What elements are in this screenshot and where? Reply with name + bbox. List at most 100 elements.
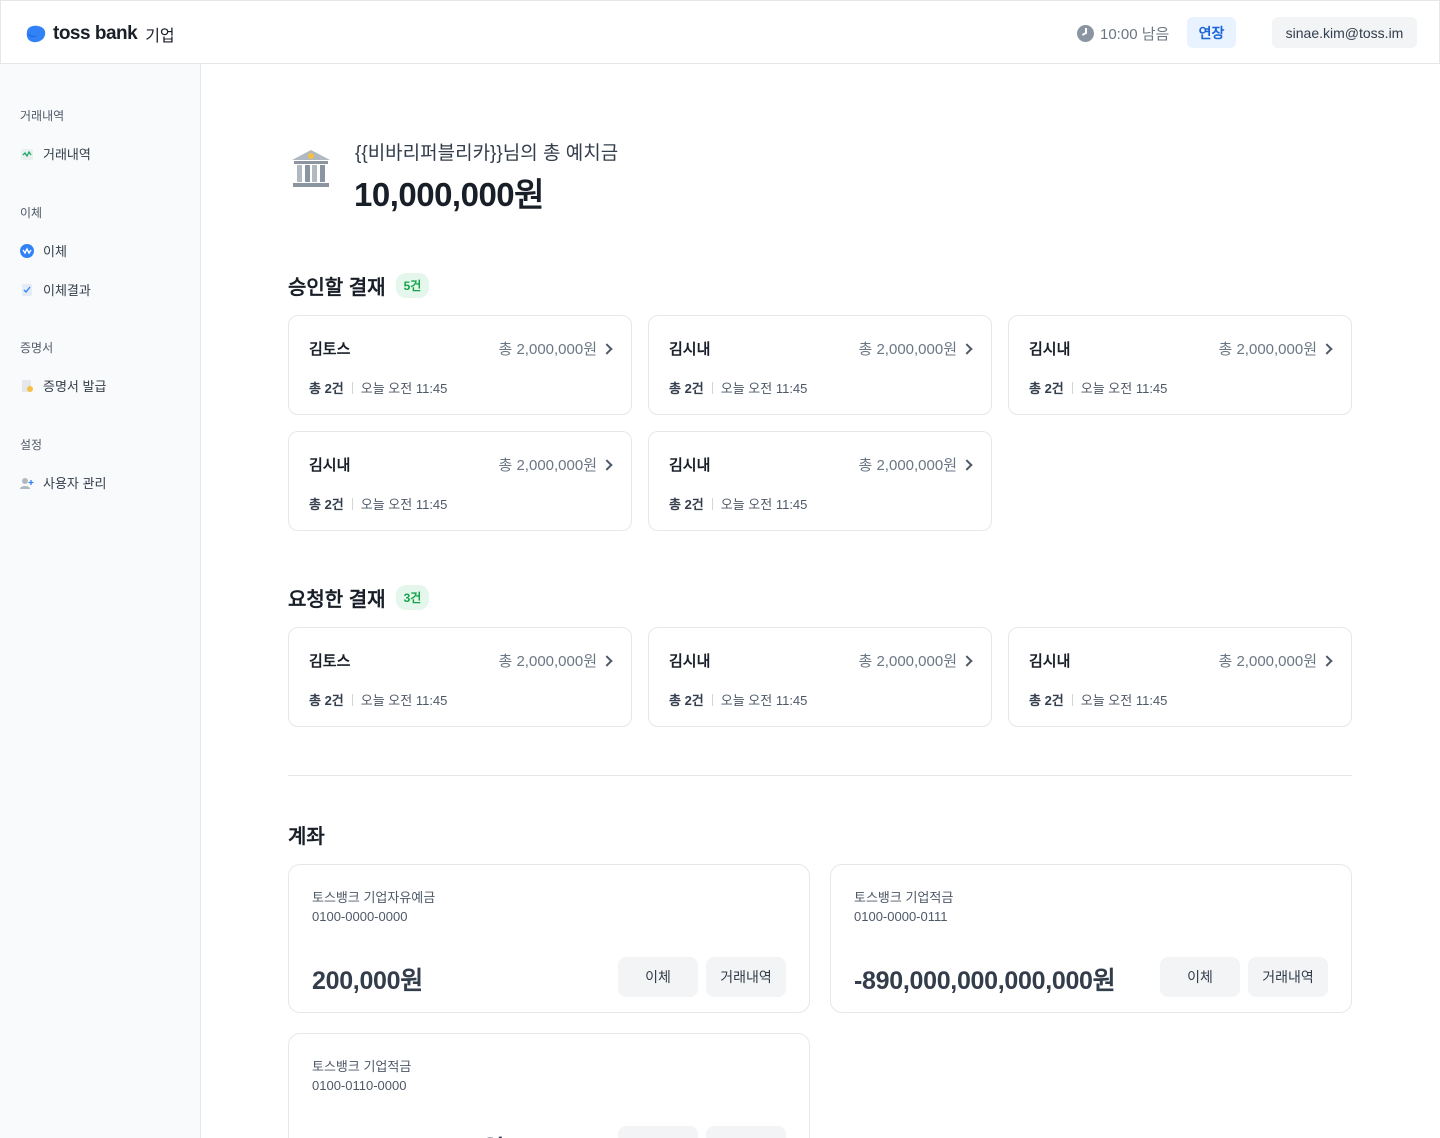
requester-name: 김시내 (1029, 341, 1071, 358)
transfer-icon (20, 243, 34, 258)
payment-count: 총 2건 (1029, 693, 1064, 708)
payment-time: 오늘 오전 11:45 (720, 497, 808, 512)
payment-meta: 총 2건 오늘 오전 11:45 (669, 690, 807, 709)
approve-section-title: 승인할 결재 (288, 277, 386, 299)
request-card[interactable]: 김시내 총 2,000,000원 총 2건 오늘 오전 11:45 (1008, 627, 1352, 727)
payment-time: 오늘 오전 11:45 (1080, 693, 1168, 708)
sidebar-section-transactions: 거래내역 거래내역 (20, 107, 91, 163)
payment-amount: 총 2,000,000원 (858, 650, 973, 671)
requested-section-header: 요청한 결재 3건 (288, 583, 430, 612)
separator (1071, 693, 1073, 706)
separator (711, 381, 713, 394)
payment-meta: 총 2건 오늘 오전 11:45 (669, 378, 807, 397)
request-card[interactable]: 김시내 총 2,000,000원 총 2건 오늘 오전 11:45 (648, 627, 992, 727)
sidebar-heading: 증명서 (20, 341, 54, 355)
requester-name: 김시내 (1029, 653, 1071, 670)
payment-amount: 총 2,000,000원 (499, 454, 613, 475)
payment-time: 오늘 오전 11:45 (1080, 381, 1168, 396)
amount-text: 총 2,000,000원 (858, 457, 958, 474)
payment-amount: 총 2,000,000원 (498, 650, 613, 671)
account-number: 0100-0000-0111 (854, 909, 948, 924)
sidebar-section-transfer: 이체 이체 이체결과 (20, 204, 91, 299)
sidebar-item-transfer[interactable]: 이체 (20, 241, 91, 260)
chevron-right-icon (961, 458, 973, 471)
transfer-button[interactable]: 이체 (618, 1126, 698, 1138)
session-timer: 10:00 남음 (1077, 23, 1169, 44)
payment-amount: 총 2,000,000원 (499, 338, 613, 359)
accounts-section-title: 계좌 (288, 826, 325, 848)
transaction-icon (20, 147, 34, 161)
requester-name: 김토스 (309, 341, 351, 358)
payment-time: 오늘 오전 11:45 (720, 693, 808, 708)
extend-session-button[interactable]: 연장 (1187, 17, 1236, 48)
logo-subtitle: 기업 (145, 28, 175, 45)
payment-amount: 총 2,000,000원 (1219, 338, 1333, 359)
approve-section-header: 승인할 결재 5건 (288, 271, 430, 300)
sidebar-heading: 이체 (20, 206, 43, 220)
account-name: 토스뱅크 기업자유예금 (312, 890, 436, 905)
payment-time: 오늘 오전 11:45 (720, 381, 808, 396)
transfer-button[interactable]: 이체 (618, 957, 698, 997)
sidebar-item-transfer-result[interactable]: 이체결과 (20, 280, 91, 299)
history-button[interactable]: 거래내역 (706, 957, 786, 997)
payment-count: 총 2건 (1029, 381, 1064, 396)
top-header: toss bank 기업 10:00 남음 연장 sinae.kim@toss.… (0, 0, 1440, 64)
payment-meta: 총 2건 오늘 오전 11:45 (1029, 690, 1167, 709)
history-button[interactable]: 거래내역 (706, 1126, 786, 1138)
account-card[interactable]: 토스뱅크 기업적금 0100-0000-0111 -890,000,000,00… (830, 864, 1352, 1013)
sidebar-item-certificate[interactable]: 증명서 발급 (20, 376, 106, 395)
separator (351, 497, 353, 510)
account-card[interactable]: 토스뱅크 기업자유예금 0100-0000-0000 200,000원 이체 거… (288, 864, 810, 1013)
payment-count: 총 2건 (309, 693, 344, 708)
separator (711, 497, 713, 510)
sidebar-item-label: 이체 (43, 244, 67, 259)
sidebar-section-settings: 설정 사용자 관리 (20, 436, 106, 492)
sidebar-item-transactions[interactable]: 거래내역 (20, 144, 91, 163)
payment-amount: 총 2,000,000원 (858, 338, 973, 359)
payment-meta: 총 2건 오늘 오전 11:45 (309, 494, 447, 513)
logo-text: toss bank (53, 23, 138, 44)
amount-text: 총 2,000,000원 (858, 341, 958, 358)
payment-count: 총 2건 (309, 497, 344, 512)
approval-card[interactable]: 김시내 총 2,000,000원 총 2건 오늘 오전 11:45 (648, 431, 992, 531)
account-balance: 200,000원 (312, 967, 423, 995)
amount-text: 총 2,000,000원 (858, 653, 958, 670)
payment-meta: 총 2건 오늘 오전 11:45 (309, 378, 447, 397)
sidebar-item-label: 거래내역 (43, 147, 91, 162)
separator (351, 381, 353, 394)
payment-time: 오늘 오전 11:45 (360, 693, 448, 708)
approval-card[interactable]: 김토스 총 2,000,000원 총 2건 오늘 오전 11:45 (288, 315, 632, 415)
approval-card[interactable]: 김시내 총 2,000,000원 총 2건 오늘 오전 11:45 (1008, 315, 1352, 415)
sidebar-item-label: 사용자 관리 (43, 476, 107, 491)
account-balance: 20,000,000,000원 (312, 1130, 505, 1138)
total-deposit-amount: 10,000,000원 (354, 176, 545, 213)
approval-card[interactable]: 김시내 총 2,000,000원 총 2건 오늘 오전 11:45 (648, 315, 992, 415)
timer-text: 10:00 남음 (1100, 26, 1170, 43)
user-account-button[interactable]: sinae.kim@toss.im (1272, 17, 1417, 48)
sidebar-item-label: 이체결과 (43, 283, 91, 298)
chevron-right-icon (601, 654, 613, 667)
transfer-button[interactable]: 이체 (1160, 957, 1240, 997)
payment-amount: 총 2,000,000원 (1218, 650, 1333, 671)
sidebar-item-label: 증명서 발급 (43, 379, 107, 394)
history-button[interactable]: 거래내역 (1248, 957, 1328, 997)
sidebar-item-user-management[interactable]: 사용자 관리 (20, 473, 106, 492)
request-card[interactable]: 김토스 총 2,000,000원 총 2건 오늘 오전 11:45 (288, 627, 632, 727)
chevron-right-icon (1321, 342, 1333, 355)
amount-text: 총 2,000,000원 (498, 653, 598, 670)
account-card[interactable]: 토스뱅크 기업적금 0100-0110-0000 20,000,000,000원… (288, 1033, 810, 1138)
requested-section-title: 요청한 결재 (288, 589, 386, 611)
toss-logo-icon (25, 24, 47, 44)
amount-text: 총 2,000,000원 (1218, 653, 1318, 670)
payment-time: 오늘 오전 11:45 (360, 497, 448, 512)
payment-count: 총 2건 (309, 381, 344, 396)
chevron-right-icon (961, 342, 973, 355)
section-divider (288, 775, 1352, 776)
payment-meta: 총 2건 오늘 오전 11:45 (1029, 378, 1167, 397)
sidebar-heading: 설정 (20, 438, 43, 452)
certificate-icon (20, 379, 34, 393)
approval-card[interactable]: 김시내 총 2,000,000원 총 2건 오늘 오전 11:45 (288, 431, 632, 531)
account-name: 토스뱅크 기업적금 (312, 1059, 412, 1074)
payment-count: 총 2건 (669, 497, 704, 512)
toss-bank-logo[interactable]: toss bank 기업 (25, 22, 175, 46)
